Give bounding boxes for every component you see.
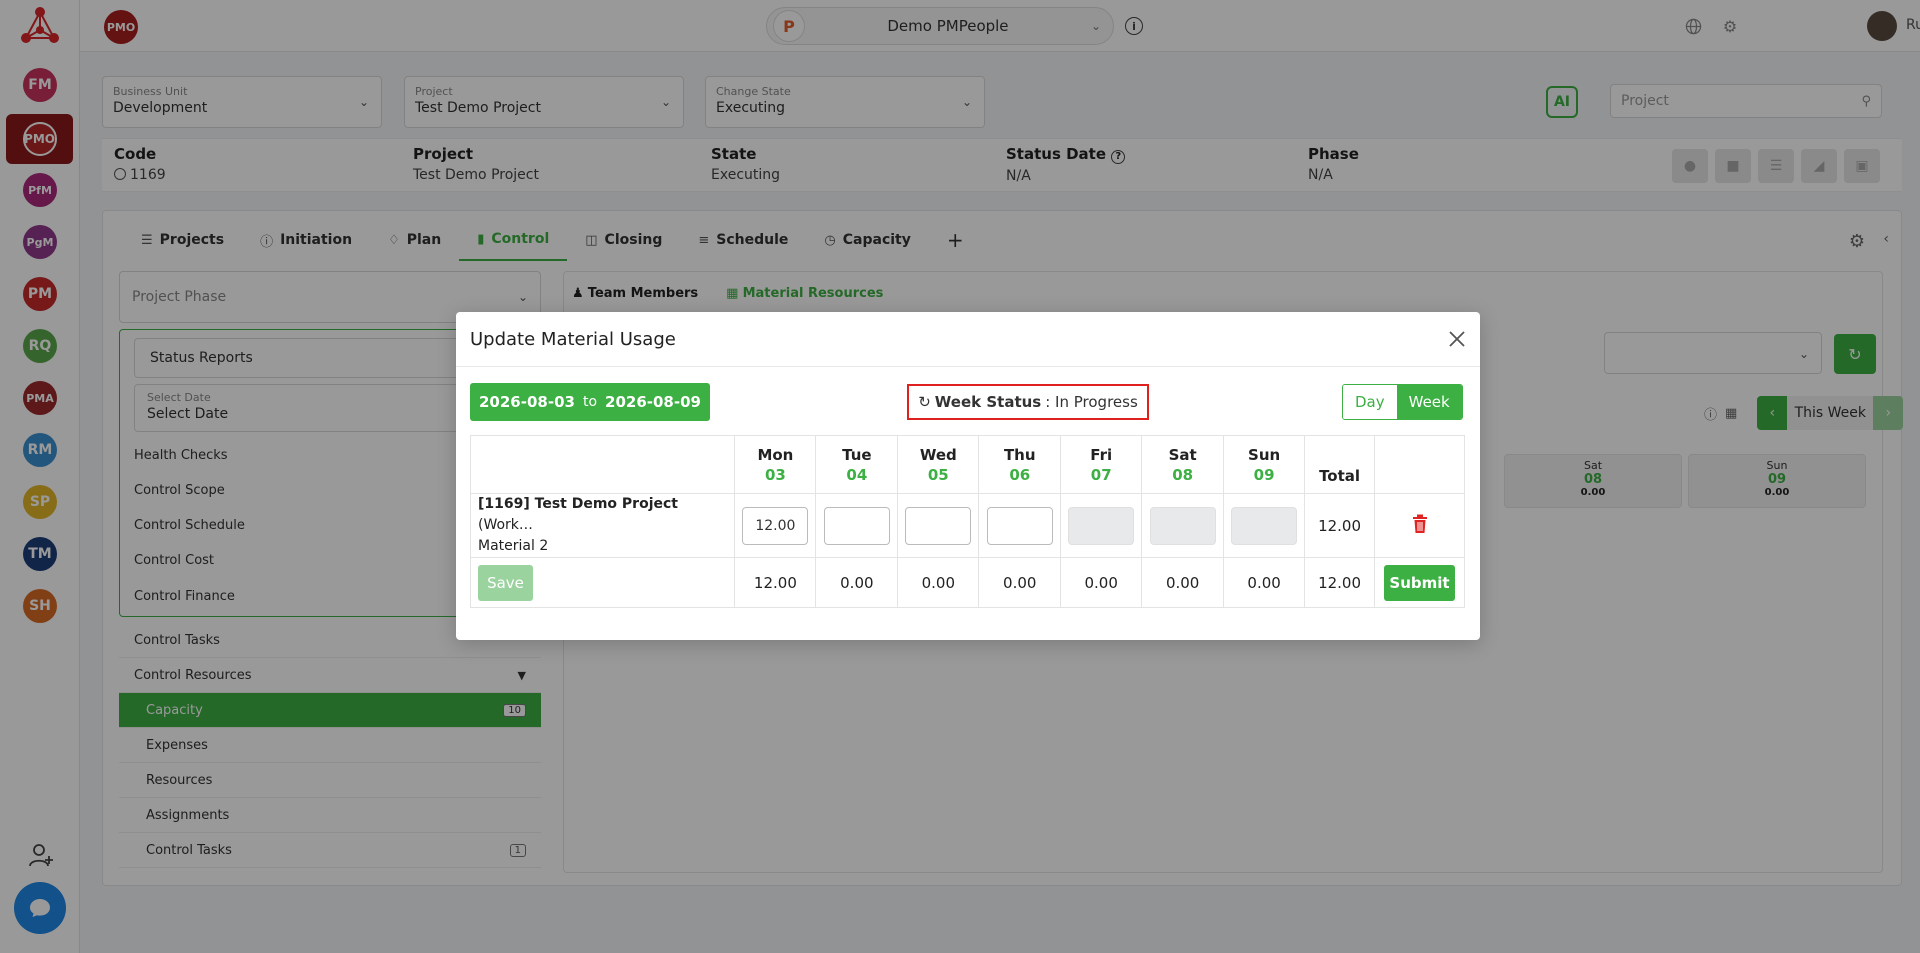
mon-input[interactable]: 12.00	[742, 506, 809, 545]
sum-cell: 0.00	[1060, 557, 1143, 608]
thu-input[interactable]	[986, 506, 1053, 545]
modal-title: Update Material Usage	[470, 328, 676, 350]
sum-cell: 12.00	[734, 557, 817, 608]
day-cell	[1141, 493, 1225, 558]
trash-icon[interactable]	[1412, 514, 1428, 534]
toggle-day[interactable]: Day	[1343, 385, 1397, 419]
day-cell	[1060, 493, 1143, 558]
header-actions	[1374, 435, 1465, 494]
usage-table: Mon 03 Tue 04 Wed 05 Thu 06 Fri 07 Sat 08 Sun 0…	[469, 435, 1465, 608]
day-name: Thu	[1003, 445, 1036, 464]
week-status-value: : In Progress	[1045, 393, 1138, 411]
toggle-week[interactable]: Week	[1396, 385, 1462, 419]
day-cell	[815, 493, 899, 558]
header-day: Thu 06	[978, 435, 1062, 494]
sum-cell: 0.00	[1141, 557, 1225, 608]
sat-input	[1149, 506, 1216, 545]
header-day: Wed 05	[897, 435, 980, 494]
week-status: ↻ Week Status: In Progress	[907, 384, 1149, 420]
modal-header: Update Material Usage	[456, 312, 1480, 367]
day-name: Wed	[919, 445, 957, 464]
tue-input[interactable]	[823, 506, 890, 545]
sun-input	[1231, 506, 1298, 545]
day-number: 03	[764, 465, 786, 484]
day-number: 08	[1172, 465, 1194, 484]
row-title-bold: [1169] Test Demo Project	[478, 496, 678, 512]
submit-button[interactable]: Submit	[1384, 564, 1455, 601]
table-header-row: Mon 03 Tue 04 Wed 05 Thu 06 Fri 07 Sat 08 Sun 0…	[469, 435, 1465, 494]
day-number: 05	[927, 465, 949, 484]
header-day: Sun 09	[1223, 435, 1306, 494]
day-name: Sat	[1168, 445, 1197, 464]
row-title-rest: (Work…	[478, 517, 533, 533]
header-empty	[469, 435, 736, 494]
day-number: 09	[1253, 465, 1275, 484]
header-day: Mon 03	[734, 435, 817, 494]
view-toggle: Day Week	[1342, 384, 1463, 420]
header-day: Sat 08	[1141, 435, 1225, 494]
day-cell	[1223, 493, 1306, 558]
range-start: 2026-08-03	[479, 393, 575, 411]
sum-cell: 0.00	[815, 557, 899, 608]
range-to: to	[582, 394, 598, 410]
day-number: 06	[1009, 465, 1031, 484]
day-cell	[978, 493, 1062, 558]
date-range-chip: 2026-08-03 to 2026-08-09	[470, 383, 710, 421]
week-status-label: Week Status	[934, 393, 1042, 411]
close-icon[interactable]	[1448, 330, 1466, 348]
day-cell	[897, 493, 980, 558]
row-total: 12.00	[1304, 493, 1376, 558]
save-cell: Save	[469, 557, 736, 608]
grand-total: 12.00	[1304, 557, 1376, 608]
table-row: [1169] Test Demo Project (Work… Material…	[469, 493, 1465, 558]
header-total: Total	[1304, 435, 1376, 494]
range-end: 2026-08-09	[605, 393, 701, 411]
fri-input	[1068, 506, 1135, 545]
day-number: 04	[846, 465, 868, 484]
delete-cell	[1374, 493, 1465, 558]
wed-input[interactable]	[905, 506, 972, 545]
header-day: Fri 07	[1060, 435, 1143, 494]
day-name: Tue	[842, 445, 872, 464]
day-number: 07	[1090, 465, 1112, 484]
sum-cell: 0.00	[978, 557, 1062, 608]
day-name: Sun	[1248, 445, 1281, 464]
row-title-line2: Material 2	[478, 538, 549, 554]
header-day: Tue 04	[815, 435, 899, 494]
submit-cell: Submit	[1374, 557, 1465, 608]
sum-cell: 0.00	[1223, 557, 1306, 608]
sum-cell: 0.00	[897, 557, 980, 608]
day-name: Mon	[757, 445, 794, 464]
save-button[interactable]: Save	[478, 564, 533, 601]
update-material-usage-dialog: Update Material Usage 2026-08-03 to 2026…	[456, 312, 1480, 640]
day-name: Fri	[1090, 445, 1113, 464]
totals-row: Save 12.00 0.00 0.00 0.00 0.00 0.00 0.00…	[469, 557, 1465, 608]
refresh-icon: ↻	[918, 393, 931, 411]
row-label: [1169] Test Demo Project (Work… Material…	[469, 493, 736, 558]
day-cell: 12.00	[734, 493, 817, 558]
